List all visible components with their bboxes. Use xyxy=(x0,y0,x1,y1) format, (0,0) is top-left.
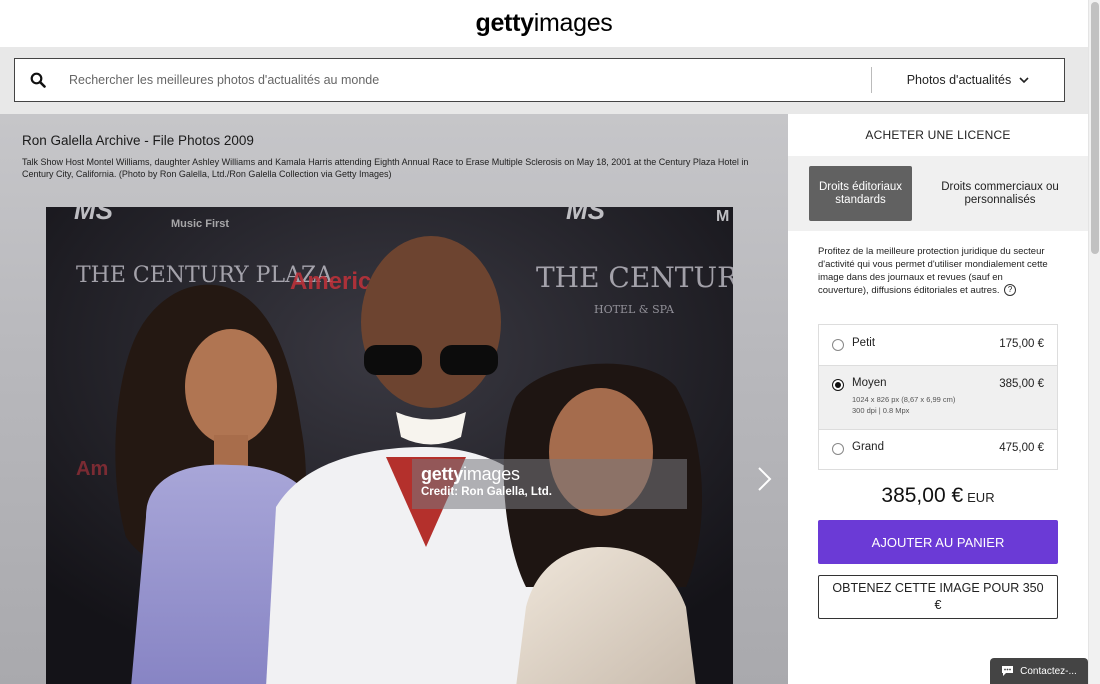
radio-large[interactable] xyxy=(832,443,844,455)
radio-small[interactable] xyxy=(832,339,844,351)
search-type-dropdown[interactable]: Photos d'actualités xyxy=(872,59,1064,101)
size-name: Grand xyxy=(852,441,884,453)
search-icon[interactable] xyxy=(15,59,61,101)
size-price: 175,00 € xyxy=(999,338,1044,350)
help-icon[interactable]: ? xyxy=(1004,284,1017,297)
search-bar: Photos d'actualités xyxy=(14,58,1065,102)
chevron-down-icon xyxy=(1019,76,1029,83)
image-panel: Ron Galella Archive - File Photos 2009 T… xyxy=(0,114,788,684)
chevron-right-icon xyxy=(758,467,772,491)
photo-illustration: THE CENTURY PLAZA THE CENTURY PL HOTEL &… xyxy=(46,207,733,684)
contact-button[interactable]: Contactez-... xyxy=(990,658,1088,684)
contact-label: Contactez-... xyxy=(1020,665,1077,677)
svg-text:HOTEL & SPA: HOTEL & SPA xyxy=(594,303,675,316)
svg-text:Music First: Music First xyxy=(171,218,229,230)
size-option-small[interactable]: Petit 175,00 € xyxy=(819,325,1057,366)
search-type-label: Photos d'actualités xyxy=(906,73,1012,87)
search-band: Photos d'actualités xyxy=(0,47,1088,114)
tab-standard-editorial-rights[interactable]: Droits éditoriaux standards xyxy=(809,166,912,221)
license-heading: ACHETER UNE LICENCE xyxy=(865,128,1011,142)
svg-text:Am: Am xyxy=(76,458,108,480)
total-price-line: 385,00 € EUR xyxy=(788,484,1088,508)
page-scrollbar[interactable] xyxy=(1088,0,1100,684)
editorial-photo[interactable]: THE CENTURY PLAZA THE CENTURY PL HOTEL &… xyxy=(46,207,733,684)
size-options: Petit 175,00 € Moyen 385,00 € 1024 x 826… xyxy=(818,324,1058,470)
photo-watermark: gettyimages Credit: Ron Galella, Ltd. xyxy=(412,459,687,509)
size-dimensions: 1024 x 826 px (8,67 x 6,99 cm) xyxy=(852,395,956,404)
svg-text:MS: MS xyxy=(566,207,606,225)
radio-medium[interactable] xyxy=(832,379,844,391)
size-price: 385,00 € xyxy=(999,378,1044,390)
svg-text:MS: MS xyxy=(74,207,114,225)
size-price: 475,00 € xyxy=(999,442,1044,454)
chat-icon xyxy=(1002,666,1014,676)
watermark-logo: gettyimages xyxy=(421,464,520,484)
image-title: Ron Galella Archive - File Photos 2009 xyxy=(22,133,254,148)
size-name: Moyen xyxy=(852,377,887,389)
svg-text:THE CENTURY PL: THE CENTURY PL xyxy=(536,261,733,294)
size-name: Petit xyxy=(852,337,876,349)
size-option-large[interactable]: Grand 475,00 € xyxy=(819,430,1057,469)
license-panel: ACHETER UNE LICENCE Droits éditoriaux st… xyxy=(788,114,1088,684)
scrollbar-thumb[interactable] xyxy=(1091,2,1099,254)
page: gettyimages Photos d'actualités Ron Gale… xyxy=(0,0,1100,684)
search-input[interactable] xyxy=(61,60,871,100)
rights-description: Profitez de la meilleure protection juri… xyxy=(818,245,1054,297)
image-caption: Talk Show Host Montel Williams, daughter… xyxy=(22,157,749,179)
gettyimages-logo[interactable]: gettyimages xyxy=(475,9,612,38)
svg-text:M: M xyxy=(716,208,729,225)
photo-credit: Credit: Ron Galella, Ltd. xyxy=(421,486,552,498)
size-option-medium[interactable]: Moyen 385,00 € 1024 x 826 px (8,67 x 6,9… xyxy=(819,366,1057,430)
get-image-button[interactable]: OBTENEZ CETTE IMAGE POUR 350 € xyxy=(818,575,1058,619)
rights-tabs: Droits éditoriaux standards Droits comme… xyxy=(788,156,1088,231)
currency-label: EUR xyxy=(967,490,995,505)
total-price: 385,00 € xyxy=(881,484,964,507)
add-to-cart-button[interactable]: AJOUTER AU PANIER xyxy=(818,520,1058,564)
site-header: gettyimages xyxy=(0,0,1088,47)
size-resolution: 300 dpi | 0.8 Mpx xyxy=(852,406,910,415)
tab-commercial-rights[interactable]: Droits commerciaux ou personnalisés xyxy=(936,166,1064,221)
next-image-arrow[interactable] xyxy=(752,464,776,494)
